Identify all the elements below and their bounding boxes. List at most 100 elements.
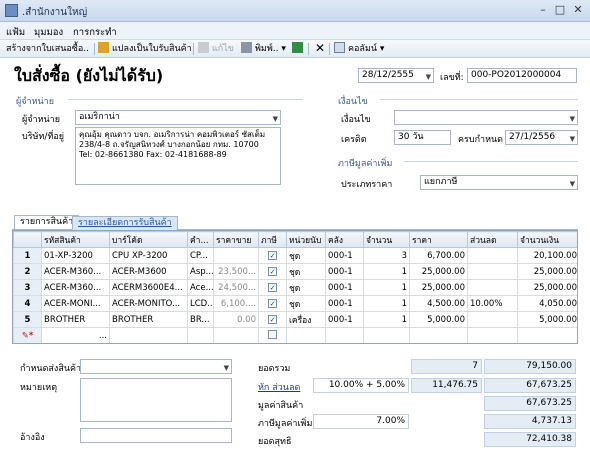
product-code-cell[interactable]: ACER-MONI...	[41, 295, 110, 312]
print-button[interactable]: พิมพ์.. ▾	[241, 42, 286, 56]
discount-cell[interactable]: 10.00%	[467, 295, 518, 312]
col-header[interactable]: รหัสสินค้า	[41, 231, 110, 248]
discount-link[interactable]: หัก ส่วนลด	[258, 380, 300, 394]
price-cell[interactable]: 25,000.00	[409, 279, 468, 296]
quantity-cell[interactable]: 1	[363, 263, 410, 280]
vat-checkbox[interactable]: ✓	[268, 266, 277, 276]
vat-checkbox[interactable]: ✓	[268, 314, 277, 324]
empty-cell[interactable]	[325, 327, 364, 343]
price-type-combo[interactable]: แยกภาษี ▼	[420, 175, 578, 190]
col-header[interactable]: หน่วยนับ	[286, 231, 326, 248]
vat-cell[interactable]: ✓	[258, 295, 287, 312]
reference-field[interactable]	[80, 428, 232, 443]
doc-date-picker[interactable]: 28/12/2555 ▼	[358, 68, 434, 83]
discount-rate-field[interactable]: 10.00% + 5.00%	[313, 378, 409, 393]
empty-cell[interactable]	[409, 327, 468, 343]
table-row[interactable]: 3 ACER-M360... ACERM3600E4... Ace... 24,500.…	[13, 279, 577, 296]
discount-cell[interactable]	[467, 279, 518, 296]
table-row[interactable]: 4 ACER-MONI... ACER-MONITO... LCD... 6,100..…	[13, 295, 577, 312]
row-number[interactable]: 2	[13, 263, 42, 280]
vendor-combo[interactable]: อเมริกาน่า ▼	[75, 110, 281, 125]
empty-cell[interactable]	[213, 327, 259, 343]
delete-icon[interactable]: ✕	[315, 42, 325, 56]
col-header[interactable]: ราคาขาย	[213, 231, 259, 248]
row-number[interactable]: 1	[13, 247, 42, 264]
empty-cell[interactable]	[517, 327, 577, 343]
product-code-cell[interactable]: ACER-M360...	[41, 279, 110, 296]
vat-checkbox[interactable]	[268, 329, 277, 339]
table-row[interactable]: 5 BROTHER BROTHER BR... 0.00 ✓ เครื่อง 000-1 1 5,…	[13, 311, 577, 328]
product-code-cell[interactable]: BROTHER	[41, 311, 110, 328]
note-memo[interactable]	[80, 378, 232, 422]
vat-checkbox[interactable]: ✓	[268, 250, 277, 260]
price-cell[interactable]: 4,500.00	[409, 295, 468, 312]
amount-cell[interactable]: 5,000.00	[517, 311, 577, 328]
unit-cell[interactable]: ชุด	[286, 295, 326, 312]
new-row-indicator-icon[interactable]: ✎*	[13, 327, 42, 343]
amount-cell[interactable]: 25,000.00	[517, 279, 577, 296]
credit-field[interactable]: 30 วัน	[394, 130, 451, 145]
quantity-cell[interactable]: 3	[363, 247, 410, 264]
col-header[interactable]: จำนวน	[363, 231, 410, 248]
empty-cell[interactable]	[363, 327, 410, 343]
price-cell[interactable]: 25,000.00	[409, 263, 468, 280]
unit-cell[interactable]: ชุด	[286, 263, 326, 280]
col-header[interactable]: คลัง	[325, 231, 364, 248]
vat-cell[interactable]: ✓	[258, 263, 287, 280]
empty-cell[interactable]	[286, 327, 326, 343]
empty-cell[interactable]	[187, 327, 214, 343]
sale-price-cell[interactable]: 24,500...	[213, 279, 259, 296]
column-button[interactable]: คอลัมน์ ▾	[334, 42, 384, 56]
close-icon[interactable]: ✕	[571, 4, 585, 17]
warehouse-cell[interactable]: 000-1	[325, 263, 364, 280]
menu-file[interactable]: แฟ้ม	[6, 25, 25, 40]
vat-cell[interactable]	[258, 327, 287, 343]
empty-cell[interactable]	[109, 327, 188, 343]
sale-price-cell[interactable]: 6,100....	[213, 295, 259, 312]
product-code-cell[interactable]: ACER-M360...	[41, 263, 110, 280]
sale-price-cell[interactable]	[213, 247, 259, 264]
minimize-icon[interactable]: –	[536, 4, 550, 17]
convert-to-receipt-button[interactable]: แปลงเป็นใบรับสินค้า	[98, 42, 192, 56]
row-number[interactable]: 5	[13, 311, 42, 328]
vat-checkbox[interactable]: ✓	[268, 282, 277, 292]
barcode-cell[interactable]: ACERM3600E4...	[109, 279, 188, 296]
warehouse-cell[interactable]: 000-1	[325, 295, 364, 312]
row-number[interactable]: 4	[13, 295, 42, 312]
quantity-cell[interactable]: 1	[363, 279, 410, 296]
menu-view[interactable]: มุมมอง	[34, 25, 63, 40]
col-header[interactable]: ราคา	[409, 231, 468, 248]
amount-cell[interactable]: 4,050.00	[517, 295, 577, 312]
description-cell[interactable]: LCD...	[187, 295, 214, 312]
table-row[interactable]: 2 ACER-M360... ACER-M3600 Asp... 23,500... ✓ ช…	[13, 263, 577, 280]
empty-cell[interactable]	[467, 327, 518, 343]
barcode-cell[interactable]: ACER-M3600	[109, 263, 188, 280]
new-row[interactable]: ✎*...	[13, 327, 577, 343]
col-header[interactable]: จำนวนเงิน	[517, 231, 577, 248]
table-row[interactable]: 1 01-XP-3200 CPU XP-3200 CP... ✓ ชุด 000-1 3 6,7…	[13, 247, 577, 264]
delivery-date-picker[interactable]: ▼	[80, 359, 232, 374]
warehouse-cell[interactable]: 000-1	[325, 311, 364, 328]
doc-number-field[interactable]: 000-PO2012000004	[467, 68, 577, 83]
amount-cell[interactable]: 25,000.00	[517, 263, 577, 280]
amount-cell[interactable]: 20,100.00	[517, 247, 577, 264]
col-header[interactable]: คำ...	[187, 231, 214, 248]
barcode-cell[interactable]: ACER-MONITO...	[109, 295, 188, 312]
due-date-picker[interactable]: 27/1/2556 ▼	[505, 130, 578, 145]
new-row-code-cell[interactable]: ...	[41, 327, 110, 343]
unit-cell[interactable]: ชุด	[286, 279, 326, 296]
description-cell[interactable]: CP...	[187, 247, 214, 264]
description-cell[interactable]: Asp...	[187, 263, 214, 280]
barcode-cell[interactable]: CPU XP-3200	[109, 247, 188, 264]
price-cell[interactable]: 5,000.00	[409, 311, 468, 328]
create-from-quote-button[interactable]: สร้างจากใบเสนอซื้อ..	[6, 42, 89, 56]
tab-receiving-details[interactable]: รายละเอียดการรับสินค้า	[72, 216, 178, 230]
browse-product-button[interactable]: ...	[99, 331, 107, 341]
edit-button[interactable]: แก้ไข	[198, 42, 234, 56]
unit-cell[interactable]: เครื่อง	[286, 311, 326, 328]
condition-combo[interactable]: ▼	[394, 110, 578, 125]
discount-cell[interactable]	[467, 247, 518, 264]
sale-price-cell[interactable]: 0.00	[213, 311, 259, 328]
col-header[interactable]: ภาษี	[258, 231, 287, 248]
sale-price-cell[interactable]: 23,500...	[213, 263, 259, 280]
